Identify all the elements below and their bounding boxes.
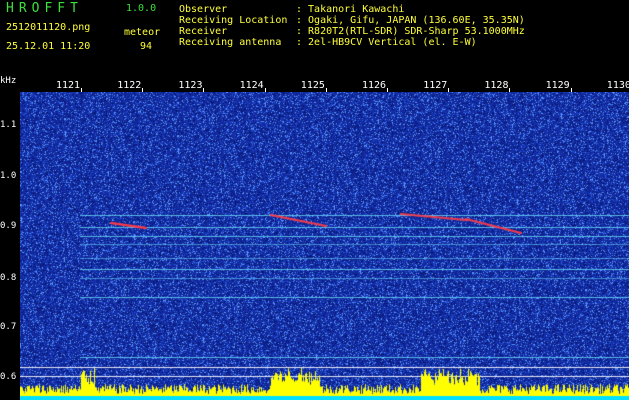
time-tick-label: 1130 <box>606 80 629 91</box>
header-panel: HROFFT 1.0.0 2512011120.png meteor 25.12… <box>0 0 629 76</box>
app-version: 1.0.0 <box>126 3 157 14</box>
time-tick-label: 1126 <box>362 80 387 91</box>
spectrogram <box>20 92 629 400</box>
frequency-tick-label: 1.0 <box>0 171 17 181</box>
frequency-tick-label: 0.9 <box>0 221 17 231</box>
station-info-values: : Takanori Kawachi : Ogaki, Gifu, JAPAN … <box>296 4 525 48</box>
mode-label: meteor <box>124 27 161 38</box>
time-tick-label: 1127 <box>423 80 448 91</box>
time-tick-label: 1121 <box>56 80 81 91</box>
frequency-tick-label: 0.6 <box>0 372 17 382</box>
detection-count: 94 <box>140 41 153 52</box>
time-tick-label: 1125 <box>300 80 325 91</box>
frequency-tick-label: 0.7 <box>0 322 17 332</box>
date-time: 25.12.01 11:20 <box>6 41 91 52</box>
file-name: 2512011120.png <box>6 22 91 33</box>
station-info-labels: Observer Receiving Location Receiver Rec… <box>179 4 288 48</box>
time-tick-label: 1122 <box>117 80 142 91</box>
time-tick-label: 1123 <box>178 80 203 91</box>
frequency-tick-label: 0.8 <box>0 273 17 283</box>
time-tick-label: 1128 <box>484 80 509 91</box>
frequency-tick-label: 1.1 <box>0 120 17 130</box>
time-tick-label: 1124 <box>239 80 264 91</box>
frequency-unit-label: kHz <box>0 76 17 86</box>
spectrogram-canvas <box>20 92 629 400</box>
app-title: HROFFT <box>6 1 83 16</box>
time-tick-label: 1129 <box>545 80 570 91</box>
